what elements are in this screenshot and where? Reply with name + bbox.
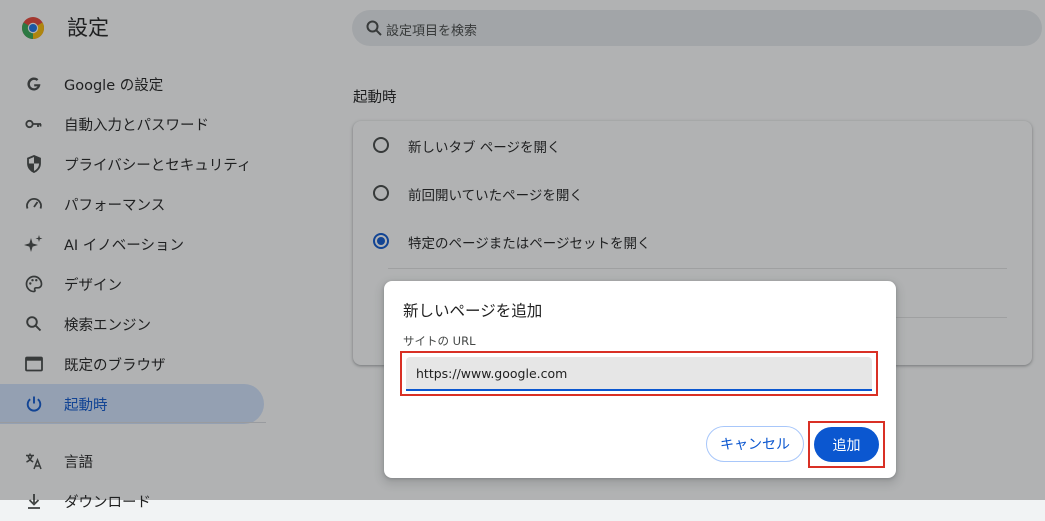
cancel-button[interactable]: キャンセル [706, 426, 804, 462]
add-button[interactable]: 追加 [814, 427, 879, 462]
settings-page: 設定 設定項目を検索 Google の設定 自動入力とパスワード プライバシーと… [0, 0, 1045, 511]
add-page-dialog: 新しいページを追加 サイトの URL キャンセル 追加 [384, 281, 896, 478]
highlight-box: 追加 [808, 421, 885, 468]
site-url-input[interactable] [406, 357, 872, 391]
highlight-box [400, 351, 878, 396]
dialog-title: 新しいページを追加 [403, 302, 543, 320]
url-field-label: サイトの URL [403, 334, 476, 348]
